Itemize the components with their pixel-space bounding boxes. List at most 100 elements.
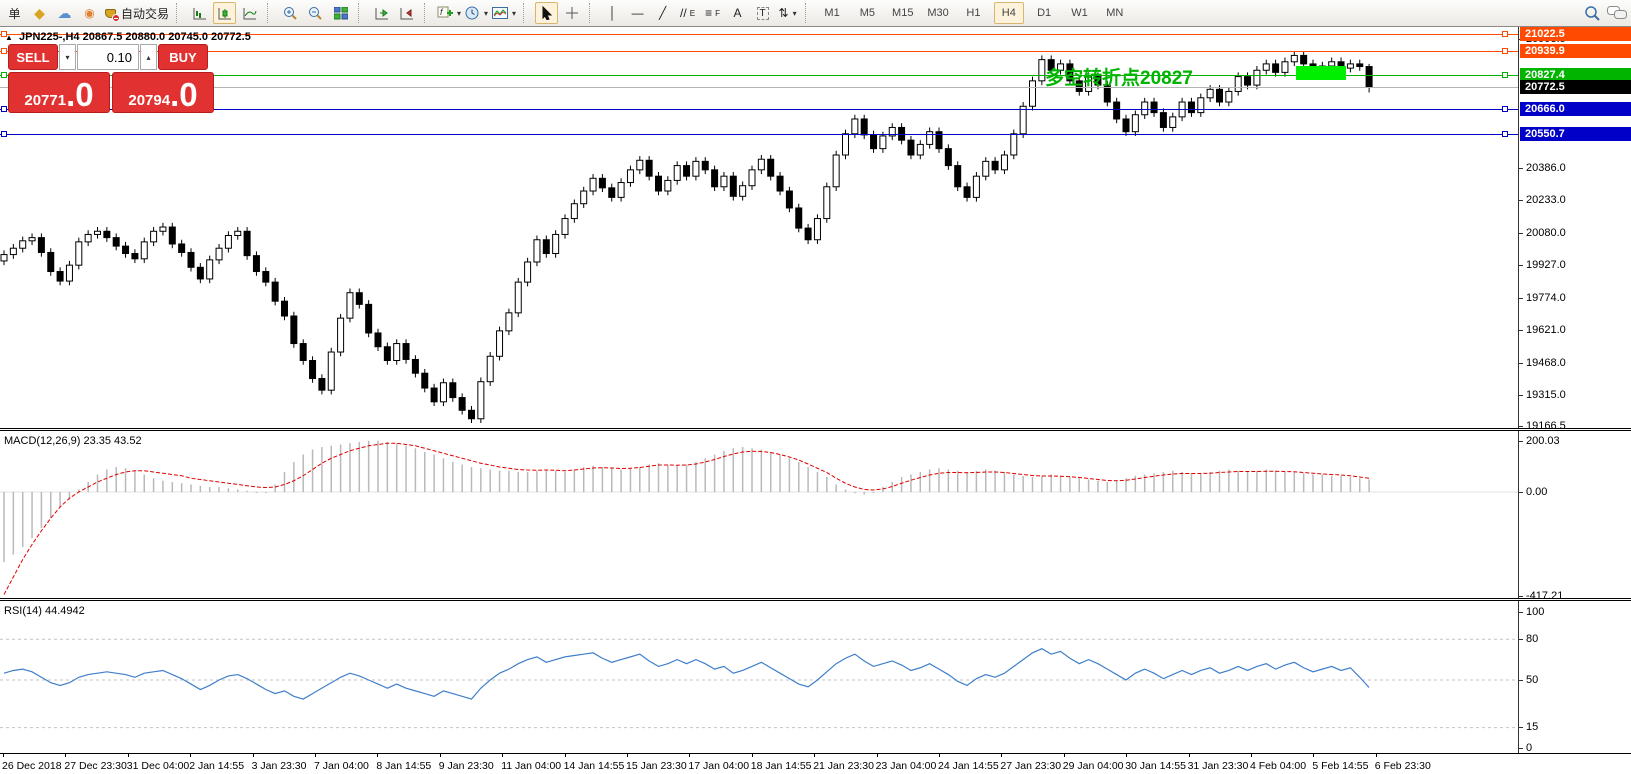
date-tick: [440, 754, 441, 757]
sell-button[interactable]: SELL: [8, 44, 58, 70]
timeframe-button-h4[interactable]: H4: [994, 2, 1024, 24]
templates-button[interactable]: ▾: [491, 2, 517, 24]
price-line-left-handle[interactable]: [1, 48, 7, 54]
candlestick-chart-icon: [218, 7, 232, 20]
sell-price-display[interactable]: 20771.0: [8, 72, 110, 113]
signals-button[interactable]: ◉: [78, 2, 101, 24]
periods-button[interactable]: ▾: [464, 2, 489, 24]
date-label: 15 Jan 23:30: [626, 760, 687, 772]
price-line-right-handle[interactable]: [1502, 106, 1508, 112]
channel-button[interactable]: //E: [676, 2, 699, 24]
timeframe-button-m1[interactable]: M1: [817, 2, 847, 24]
date-tick: [1313, 754, 1314, 757]
search-button[interactable]: [1580, 2, 1603, 24]
date-label: 5 Feb 14:55: [1312, 760, 1368, 772]
zoom-out-button[interactable]: [304, 2, 327, 24]
date-tick: [315, 754, 316, 757]
price-line-20827.4: [0, 75, 1518, 76]
date-label: 23 Jan 04:00: [876, 760, 937, 772]
gold-button[interactable]: ◆: [28, 2, 51, 24]
rsi-pane[interactable]: [0, 601, 1518, 753]
cursor-icon: [541, 6, 553, 20]
auto-scroll-icon: [375, 7, 389, 20]
date-axis[interactable]: 26 Dec 201827 Dec 23:3031 Dec 04:002 Jan…: [0, 753, 1631, 774]
date-label: 3 Jan 23:30: [252, 760, 307, 772]
price-tick: 19315.0: [1519, 389, 1631, 402]
arrows-button[interactable]: ⇅▾: [776, 2, 799, 24]
volume-input[interactable]: [77, 44, 139, 70]
buy-price-display[interactable]: 20794.0: [112, 72, 214, 113]
timeframe-button-d1[interactable]: D1: [1029, 2, 1059, 24]
date-label: 8 Jan 14:55: [376, 760, 431, 772]
date-label: 9 Jan 23:30: [439, 760, 494, 772]
community-button[interactable]: ☁: [53, 2, 76, 24]
chat-button[interactable]: [1605, 2, 1628, 24]
price-line-left-handle[interactable]: [1, 131, 7, 137]
cursor-button[interactable]: [535, 2, 558, 24]
highlight-rectangle: [1296, 66, 1346, 80]
price-tick: 19927.0: [1519, 259, 1631, 272]
date-tick: [253, 754, 254, 757]
timeframe-button-m5[interactable]: M5: [852, 2, 882, 24]
buy-button[interactable]: BUY: [158, 44, 208, 70]
price-label-20550.7: 20550.7: [1520, 127, 1631, 141]
timeframe-button-mn[interactable]: MN: [1100, 2, 1130, 24]
date-label: 27 Dec 23:30: [64, 760, 126, 772]
text-label-button[interactable]: T: [751, 2, 774, 24]
trendline-button[interactable]: ╱: [651, 2, 674, 24]
toolbar-separator: [805, 3, 812, 23]
chevron-down-icon: ▾: [793, 9, 797, 18]
timeframe-button-h1[interactable]: H1: [958, 2, 988, 24]
bar-chart-button[interactable]: [188, 2, 211, 24]
horizontal-line-button[interactable]: —: [626, 2, 649, 24]
line-chart-button[interactable]: [238, 2, 261, 24]
date-tick: [689, 754, 690, 757]
buy-price-pips: .0: [170, 81, 198, 109]
price-line-right-handle[interactable]: [1502, 31, 1508, 37]
pane-divider[interactable]: [0, 598, 1631, 601]
new-order-button[interactable]: 单: [3, 2, 26, 24]
toolbar-separator: [267, 3, 274, 23]
date-label: 26 Dec 2018: [2, 760, 62, 772]
chevron-down-icon: ▾: [512, 9, 516, 18]
zoom-in-button[interactable]: [279, 2, 302, 24]
date-label: 27 Jan 23:30: [1000, 760, 1061, 772]
trendline-icon: ╱: [659, 6, 666, 20]
timeframe-button-w1[interactable]: W1: [1064, 2, 1094, 24]
date-label: 18 Jan 14:55: [751, 760, 812, 772]
ohlc-values: 20867.5 20880.0 20745.0 20772.5: [83, 31, 251, 43]
macd-pane[interactable]: [0, 431, 1518, 598]
price-line-left-handle[interactable]: [1, 72, 7, 78]
gold-ingot-icon: ◆: [34, 6, 45, 20]
candlestick-chart-button[interactable]: [213, 2, 236, 24]
symbol-period-label: JPN225-,H4: [19, 31, 80, 43]
timeframe-button-m15[interactable]: M15: [888, 2, 918, 24]
volume-decrease-button[interactable]: ▾: [59, 44, 76, 70]
volume-increase-button[interactable]: ▴: [140, 44, 157, 70]
date-tick: [1189, 754, 1190, 757]
date-tick: [1064, 754, 1065, 757]
autotrading-button[interactable]: 自动交易: [103, 2, 170, 24]
chart-window: ▲ JPN225-,H4 20867.5 20880.0 20745.0 207…: [0, 27, 1631, 774]
price-axis[interactable]: 20993.520386.020233.020080.019927.019774…: [1518, 27, 1631, 753]
date-tick: [877, 754, 878, 757]
price-line-right-handle[interactable]: [1502, 131, 1508, 137]
annotation-text: 多空转折点20827: [1045, 63, 1193, 90]
auto-scroll-button[interactable]: [370, 2, 393, 24]
price-line-right-handle[interactable]: [1502, 48, 1508, 54]
vertical-line-button[interactable]: │: [601, 2, 624, 24]
indicators-button[interactable]: f▾: [436, 2, 462, 24]
text-button[interactable]: A: [726, 2, 749, 24]
price-line-left-handle[interactable]: [1, 106, 7, 112]
price-line-right-handle[interactable]: [1502, 72, 1508, 78]
toolbar-separator: [358, 3, 365, 23]
timeframe-button-m30[interactable]: M30: [923, 2, 953, 24]
chart-shift-button[interactable]: [395, 2, 418, 24]
date-tick: [377, 754, 378, 757]
date-tick: [752, 754, 753, 757]
date-tick: [1251, 754, 1252, 757]
tile-windows-button[interactable]: [329, 2, 352, 24]
crosshair-button[interactable]: [560, 2, 583, 24]
pane-divider[interactable]: [0, 428, 1631, 431]
fibonacci-button[interactable]: ≡F: [701, 2, 724, 24]
